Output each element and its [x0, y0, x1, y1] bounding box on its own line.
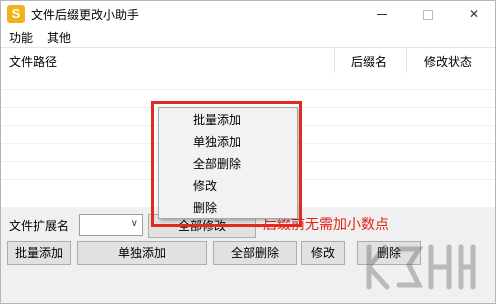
file-list-header: 文件路径 后缀名 修改状态 [1, 47, 495, 74]
extension-select[interactable]: ∨ [79, 214, 143, 236]
column-file-path[interactable]: 文件路径 [9, 53, 57, 70]
menu-function[interactable]: 功能 [7, 29, 35, 46]
minimize-icon [377, 14, 387, 15]
highlight-box [151, 101, 302, 227]
extension-label: 文件扩展名 [9, 219, 70, 233]
minimize-button[interactable] [359, 1, 405, 27]
column-divider[interactable] [406, 48, 407, 74]
window-title: 文件后缀更改小助手 [31, 8, 140, 22]
app-icon: S [7, 5, 25, 23]
column-extension[interactable]: 后缀名 [351, 53, 387, 70]
main-window: S 文件后缀更改小助手 ✕ 功能 其他 文件路径 后缀名 修改状态 文件扩展名 … [0, 0, 496, 304]
close-button[interactable]: ✕ [451, 1, 496, 27]
chevron-down-icon: ∨ [130, 218, 138, 229]
column-divider[interactable] [334, 48, 335, 74]
menu-bar: 功能 其他 [1, 27, 495, 47]
watermark-logo [366, 244, 476, 290]
title-bar: S 文件后缀更改小助手 ✕ [1, 1, 495, 27]
batch-add-button[interactable]: 批量添加 [7, 241, 71, 265]
modify-button[interactable]: 修改 [301, 241, 345, 265]
maximize-button[interactable] [405, 1, 451, 27]
column-status[interactable]: 修改状态 [424, 53, 472, 70]
row-divider [1, 89, 495, 90]
maximize-icon [423, 9, 433, 20]
menu-other[interactable]: 其他 [45, 29, 73, 46]
delete-all-button[interactable]: 全部删除 [213, 241, 297, 265]
single-add-button[interactable]: 单独添加 [77, 241, 207, 265]
close-icon: ✕ [468, 7, 480, 21]
